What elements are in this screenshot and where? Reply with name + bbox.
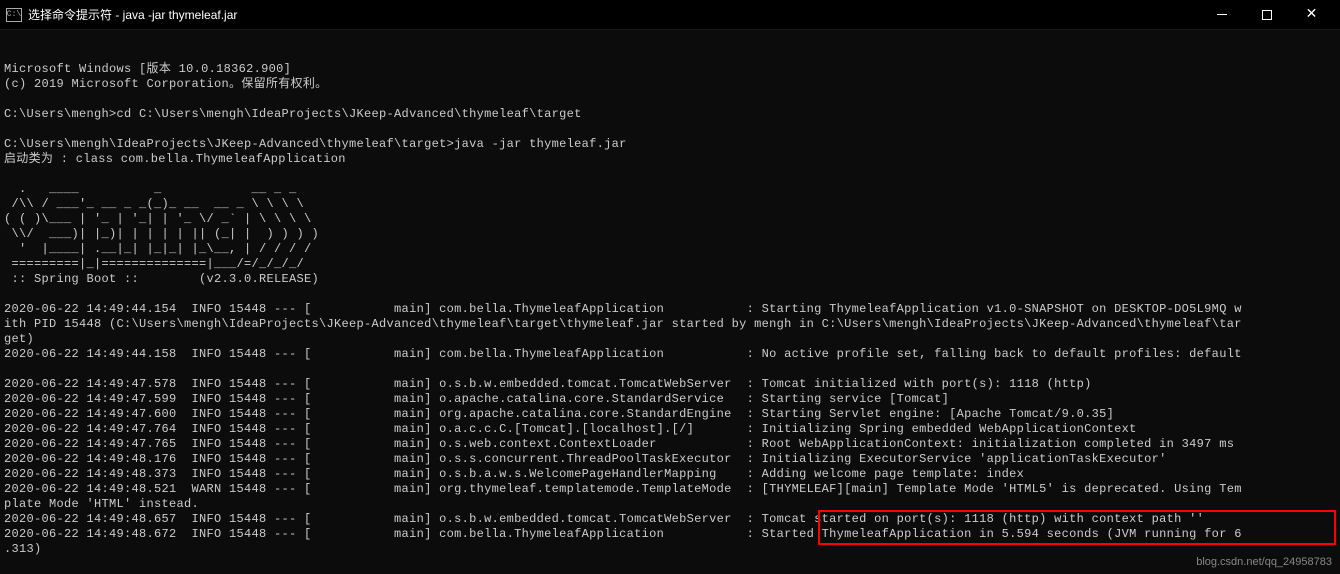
titlebar: C:\ 选择命令提示符 - java -jar thymeleaf.jar ✕ xyxy=(0,0,1340,30)
watermark: blog.csdn.net/qq_24958783 xyxy=(1196,556,1332,568)
cmd-icon: C:\ xyxy=(6,8,22,22)
minimize-icon xyxy=(1217,14,1227,15)
terminal-text: Microsoft Windows [版本 10.0.18362.900] (c… xyxy=(4,62,1336,557)
maximize-button[interactable] xyxy=(1244,0,1289,30)
close-button[interactable]: ✕ xyxy=(1289,0,1334,30)
terminal-output[interactable]: Microsoft Windows [版本 10.0.18362.900] (c… xyxy=(0,30,1340,574)
maximize-icon xyxy=(1262,10,1272,20)
window-title: 选择命令提示符 - java -jar thymeleaf.jar xyxy=(28,6,1199,23)
minimize-button[interactable] xyxy=(1199,0,1244,30)
window-controls: ✕ xyxy=(1199,0,1334,30)
close-icon: ✕ xyxy=(1306,6,1318,23)
